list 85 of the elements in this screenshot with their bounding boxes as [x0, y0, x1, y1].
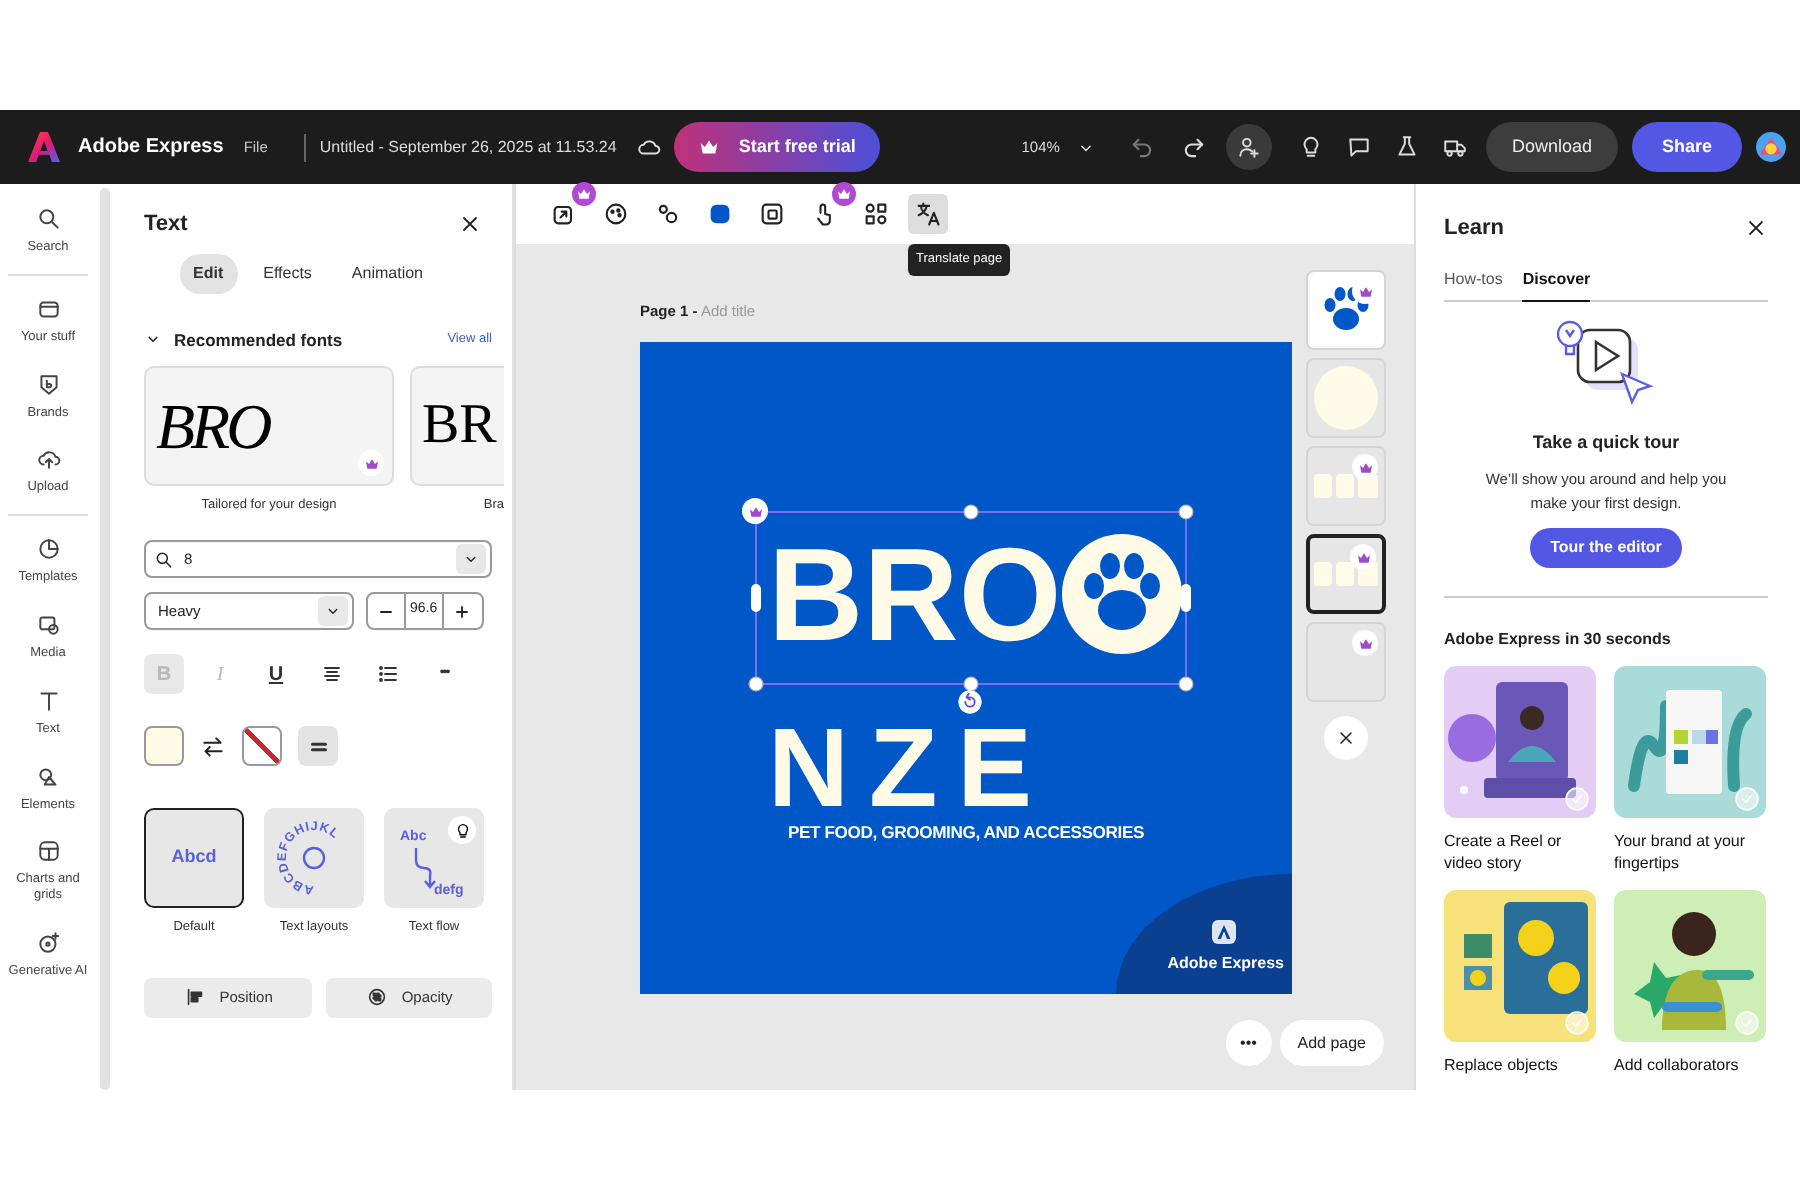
add-person-icon — [1235, 134, 1262, 160]
tab[interactable]: How-tos — [1444, 267, 1503, 301]
shapes-icon — [862, 200, 890, 228]
check-icon — [1734, 786, 1760, 812]
text-style-card[interactable]: Abcd — [144, 808, 244, 908]
brand-mark-text: Adobe Express — [1167, 952, 1284, 976]
translate-icon — [914, 200, 942, 228]
circle-icon — [1314, 366, 1378, 430]
add-page-button[interactable]: Add page — [1279, 1020, 1384, 1066]
asset-thumbnail[interactable] — [1306, 534, 1386, 614]
color-swatch-icon — [706, 200, 734, 228]
close-icon[interactable] — [1744, 216, 1768, 241]
font-card[interactable]: BRO — [144, 366, 394, 487]
tab[interactable]: Discover — [1522, 267, 1591, 301]
app-name: Adobe Express — [78, 134, 224, 162]
rotate-handle[interactable] — [956, 688, 984, 716]
tour-heading: Take a quick tour — [1532, 429, 1680, 456]
flask-icon[interactable] — [1393, 134, 1420, 160]
align-left-icon — [183, 986, 206, 1009]
headline-text: NZE — [768, 720, 1052, 817]
close-icon[interactable] — [458, 212, 482, 237]
plus-icon[interactable] — [451, 601, 472, 621]
section-heading: Adobe Express in 30 seconds — [1444, 628, 1673, 652]
undo-icon[interactable] — [1127, 133, 1156, 161]
comment-icon[interactable] — [1345, 134, 1372, 160]
font-card[interactable]: BR — [410, 366, 504, 487]
tagline-text: PET FOOD, GROOMING, AND ACCESSORIES — [785, 820, 1147, 846]
paw-icon — [1062, 534, 1182, 654]
video-caption[interactable]: Create a Reel or video story — [1444, 830, 1596, 874]
check-icon — [1564, 1010, 1590, 1036]
section-heading: Recommended fonts — [174, 327, 343, 353]
scrollbar[interactable] — [100, 188, 110, 1090]
tab[interactable]: Edit — [179, 253, 238, 293]
text-art-icon — [1314, 562, 1378, 586]
download-button[interactable]: Download — [1485, 122, 1618, 172]
close-button[interactable] — [1324, 716, 1368, 760]
underline-button[interactable]: U — [256, 654, 296, 694]
palette-icon — [602, 200, 630, 228]
share-button[interactable]: Share — [1631, 122, 1742, 172]
panel-title: Learn — [1444, 214, 1504, 244]
align-center-icon — [320, 662, 344, 686]
invite-button[interactable] — [1225, 124, 1272, 170]
logo-icon — [1212, 920, 1236, 944]
table-icon — [35, 838, 61, 865]
stroke-button[interactable] — [298, 726, 338, 766]
media-icon — [35, 611, 61, 638]
search-icon — [154, 549, 174, 569]
video-caption[interactable]: Add collaborators — [1614, 1054, 1766, 1076]
text-icon — [35, 687, 61, 714]
upload-icon — [35, 446, 61, 473]
shield-icon — [35, 371, 61, 398]
pie-icon — [35, 536, 61, 563]
frame-icon — [758, 200, 786, 228]
search-icon — [35, 206, 61, 232]
document-title[interactable]: Untitled - September 26, 2025 at 11.53.24 — [319, 135, 617, 159]
swap-icon[interactable] — [200, 733, 226, 759]
link-icon — [654, 200, 682, 228]
no-color-swatch[interactable] — [242, 726, 282, 766]
resize-icon — [550, 200, 578, 228]
text-color-swatch[interactable] — [144, 726, 184, 766]
close-icon — [1336, 728, 1356, 748]
app-logo-icon — [28, 132, 60, 162]
panel-title: Text — [144, 210, 188, 240]
selection-frame[interactable] — [748, 504, 1194, 692]
cloud-icon — [636, 134, 663, 160]
headline-text: BRO — [768, 528, 1062, 660]
video-caption[interactable]: Your brand at your fingertips — [1614, 830, 1766, 874]
text-art-icon — [1314, 474, 1378, 498]
shapes-icon — [35, 763, 61, 790]
redo-icon[interactable] — [1179, 133, 1208, 161]
tour-button[interactable]: Tour the editor — [1530, 528, 1682, 568]
lightbulb-icon[interactable] — [453, 821, 471, 839]
tab[interactable]: Effects — [249, 253, 326, 293]
check-icon — [1734, 1010, 1760, 1036]
sparkle-icon — [35, 929, 61, 956]
checker-icon — [365, 986, 388, 1009]
list-icon — [376, 662, 400, 686]
toolbar-button[interactable] — [908, 194, 948, 234]
video-caption[interactable]: Replace objects — [1444, 1054, 1596, 1076]
start-trial-button[interactable]: Start free trial — [674, 122, 880, 172]
avatar[interactable] — [1756, 132, 1786, 162]
more-button[interactable]: ••• — [1225, 1020, 1272, 1066]
crown-icon — [698, 136, 721, 158]
tab[interactable]: Animation — [337, 253, 437, 293]
check-icon — [1564, 786, 1590, 812]
